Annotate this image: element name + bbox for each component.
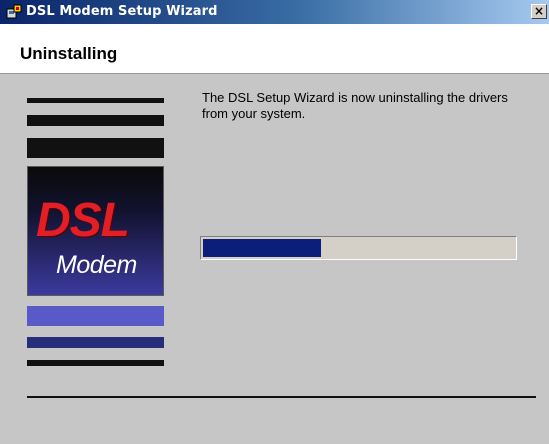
- decorative-stripe: [27, 360, 164, 366]
- title-bar[interactable]: DSL Modem Setup Wizard ×: [0, 0, 549, 24]
- close-button[interactable]: ×: [531, 4, 547, 19]
- uninstall-progress-bar: [200, 236, 517, 260]
- divider: [27, 396, 536, 398]
- progress-fill: [203, 239, 321, 257]
- decorative-stripe: [27, 115, 164, 126]
- setup-wizard-icon: [6, 4, 22, 19]
- dsl-modem-logo: DSL Modem: [27, 166, 164, 296]
- status-description: The DSL Setup Wizard is now uninstalling…: [202, 90, 508, 121]
- logo-modem-text: Modem: [56, 251, 137, 279]
- header-panel: Uninstalling: [0, 24, 549, 74]
- decorative-stripe: [27, 337, 164, 348]
- decorative-stripe: [27, 138, 164, 158]
- page-title: Uninstalling: [20, 44, 118, 63]
- decorative-stripe: [27, 98, 164, 103]
- decorative-stripe: [27, 306, 164, 326]
- window-title: DSL Modem Setup Wizard: [26, 4, 218, 19]
- logo-dsl-text: DSL: [36, 194, 130, 247]
